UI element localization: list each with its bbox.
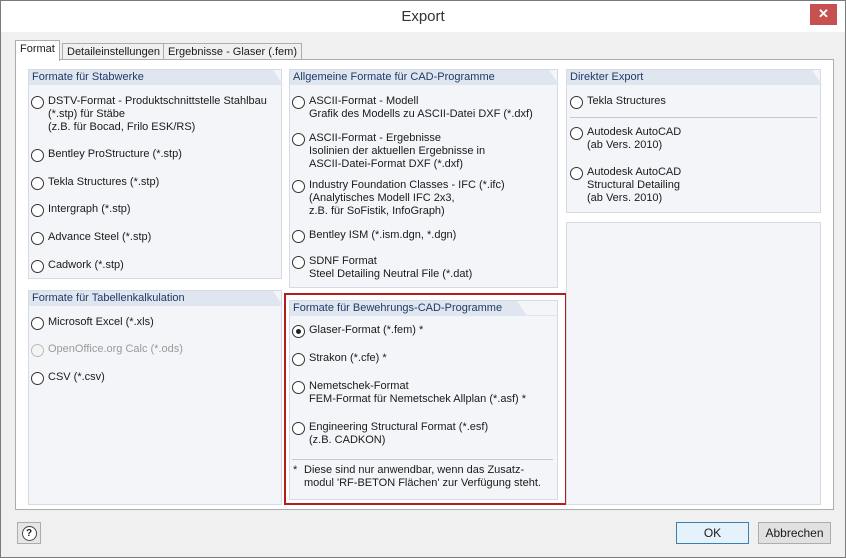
radio-button[interactable] bbox=[292, 256, 305, 269]
radio-button-disabled bbox=[31, 344, 44, 357]
option-label: CSV (*.csv) bbox=[48, 371, 105, 383]
title-bar[interactable]: Export ✕ bbox=[1, 1, 845, 32]
option-label: Tekla Structures (*.stp) bbox=[48, 176, 160, 188]
option-autocad[interactable]: Autodesk AutoCAD (ab Vers. 2010) bbox=[570, 126, 681, 152]
tab-format[interactable]: Format bbox=[15, 40, 60, 61]
option-label: Cadwork (*.stp) bbox=[48, 259, 124, 271]
radio-button[interactable] bbox=[31, 317, 44, 330]
option-cadwork[interactable]: Cadwork (*.stp) bbox=[31, 259, 124, 273]
export-dialog: Export ✕ Format Detaileinstellungen Erge… bbox=[0, 0, 846, 558]
direct-export-divider bbox=[570, 117, 817, 118]
option-tekla-stp[interactable]: Tekla Structures (*.stp) bbox=[31, 176, 159, 190]
radio-button[interactable] bbox=[570, 96, 583, 109]
radio-button[interactable] bbox=[31, 232, 44, 245]
option-advance-steel[interactable]: Advance Steel (*.stp) bbox=[31, 231, 151, 245]
option-label: Advance Steel (*.stp) bbox=[48, 231, 152, 243]
option-label: SDNF Format Steel Detailing Neutral File… bbox=[309, 255, 473, 280]
radio-button[interactable] bbox=[292, 133, 305, 146]
option-label: Bentley ProStructure (*.stp) bbox=[48, 148, 182, 160]
option-ascii-modell[interactable]: ASCII-Format - Modell Grafik des Modells… bbox=[292, 95, 533, 121]
empty-settings-panel bbox=[566, 222, 821, 505]
radio-button[interactable] bbox=[292, 180, 305, 193]
option-label: Autodesk AutoCAD (ab Vers. 2010) bbox=[587, 126, 682, 151]
radio-button[interactable] bbox=[292, 230, 305, 243]
option-label: DSTV-Format - Produktschnittstelle Stahl… bbox=[48, 95, 267, 133]
window-title: Export bbox=[401, 8, 445, 25]
group-title: Allgemeine Formate für CAD-Programme bbox=[290, 70, 559, 85]
radio-button[interactable] bbox=[292, 96, 305, 109]
option-label: Microsoft Excel (*.xls) bbox=[48, 316, 154, 328]
option-autocad-structural-detailing[interactable]: Autodesk AutoCAD Structural Detailing (a… bbox=[570, 166, 681, 205]
option-tekla-direct[interactable]: Tekla Structures bbox=[570, 95, 666, 109]
option-label: Industry Foundation Classes - IFC (*.ifc… bbox=[309, 179, 505, 217]
radio-button[interactable] bbox=[570, 127, 583, 140]
option-bentley-ism[interactable]: Bentley ISM (*.ism.dgn, *.dgn) bbox=[292, 229, 456, 243]
radio-button[interactable] bbox=[31, 149, 44, 162]
help-button[interactable]: ? bbox=[17, 522, 41, 544]
option-label: Intergraph (*.stp) bbox=[48, 203, 131, 215]
option-csv[interactable]: CSV (*.csv) bbox=[31, 371, 105, 385]
radio-button[interactable] bbox=[31, 372, 44, 385]
option-label: Bentley ISM (*.ism.dgn, *.dgn) bbox=[309, 229, 457, 241]
option-label: ASCII-Format - Ergebnisse Isolinien der … bbox=[309, 132, 486, 170]
option-label: OpenOffice.org Calc (*.ods) bbox=[48, 343, 183, 355]
highlight-frame bbox=[284, 293, 567, 505]
radio-button[interactable] bbox=[31, 204, 44, 217]
option-dstv[interactable]: DSTV-Format - Produktschnittstelle Stahl… bbox=[31, 95, 267, 134]
help-icon: ? bbox=[21, 525, 37, 541]
option-intergraph[interactable]: Intergraph (*.stp) bbox=[31, 203, 131, 217]
radio-button[interactable] bbox=[31, 96, 44, 109]
cancel-button[interactable]: Abbrechen bbox=[758, 522, 831, 544]
option-label: Autodesk AutoCAD Structural Detailing (a… bbox=[587, 166, 682, 204]
radio-button[interactable] bbox=[31, 260, 44, 273]
ok-button[interactable]: OK bbox=[676, 522, 749, 544]
option-label: ASCII-Format - Modell Grafik des Modells… bbox=[309, 95, 533, 120]
option-openoffice-calc: OpenOffice.org Calc (*.ods) bbox=[31, 343, 183, 357]
group-title: Direkter Export bbox=[567, 70, 822, 85]
group-title: Formate für Stabwerke bbox=[29, 70, 283, 85]
option-ifc[interactable]: Industry Foundation Classes - IFC (*.ifc… bbox=[292, 179, 505, 218]
option-sdnf[interactable]: SDNF Format Steel Detailing Neutral File… bbox=[292, 255, 472, 281]
option-label: Tekla Structures bbox=[587, 95, 666, 107]
radio-button[interactable] bbox=[31, 177, 44, 190]
option-ascii-ergebnisse[interactable]: ASCII-Format - Ergebnisse Isolinien der … bbox=[292, 132, 485, 171]
close-button[interactable]: ✕ bbox=[810, 4, 837, 25]
option-bentley-prostructure[interactable]: Bentley ProStructure (*.stp) bbox=[31, 148, 182, 162]
close-icon: ✕ bbox=[818, 6, 829, 21]
radio-button[interactable] bbox=[570, 167, 583, 180]
group-title: Formate für Tabellenkalkulation bbox=[29, 291, 283, 306]
option-excel[interactable]: Microsoft Excel (*.xls) bbox=[31, 316, 154, 330]
